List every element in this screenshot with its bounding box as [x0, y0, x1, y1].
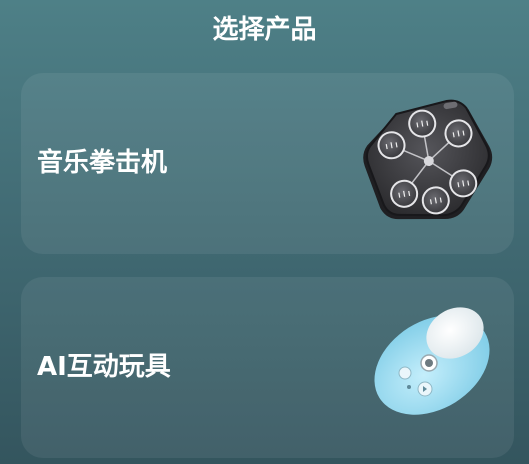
interactive-toy-image — [374, 307, 490, 415]
product-label: AI互动玩具 — [37, 352, 171, 382]
product-card-music-boxing[interactable]: 音乐拳击机 — [21, 73, 514, 254]
product-card-ai-toy[interactable]: AI互动玩具 — [21, 277, 514, 458]
boxing-machine-image — [363, 99, 493, 220]
product-label: 音乐拳击机 — [37, 148, 168, 178]
page-title: 选择产品 — [212, 15, 317, 45]
